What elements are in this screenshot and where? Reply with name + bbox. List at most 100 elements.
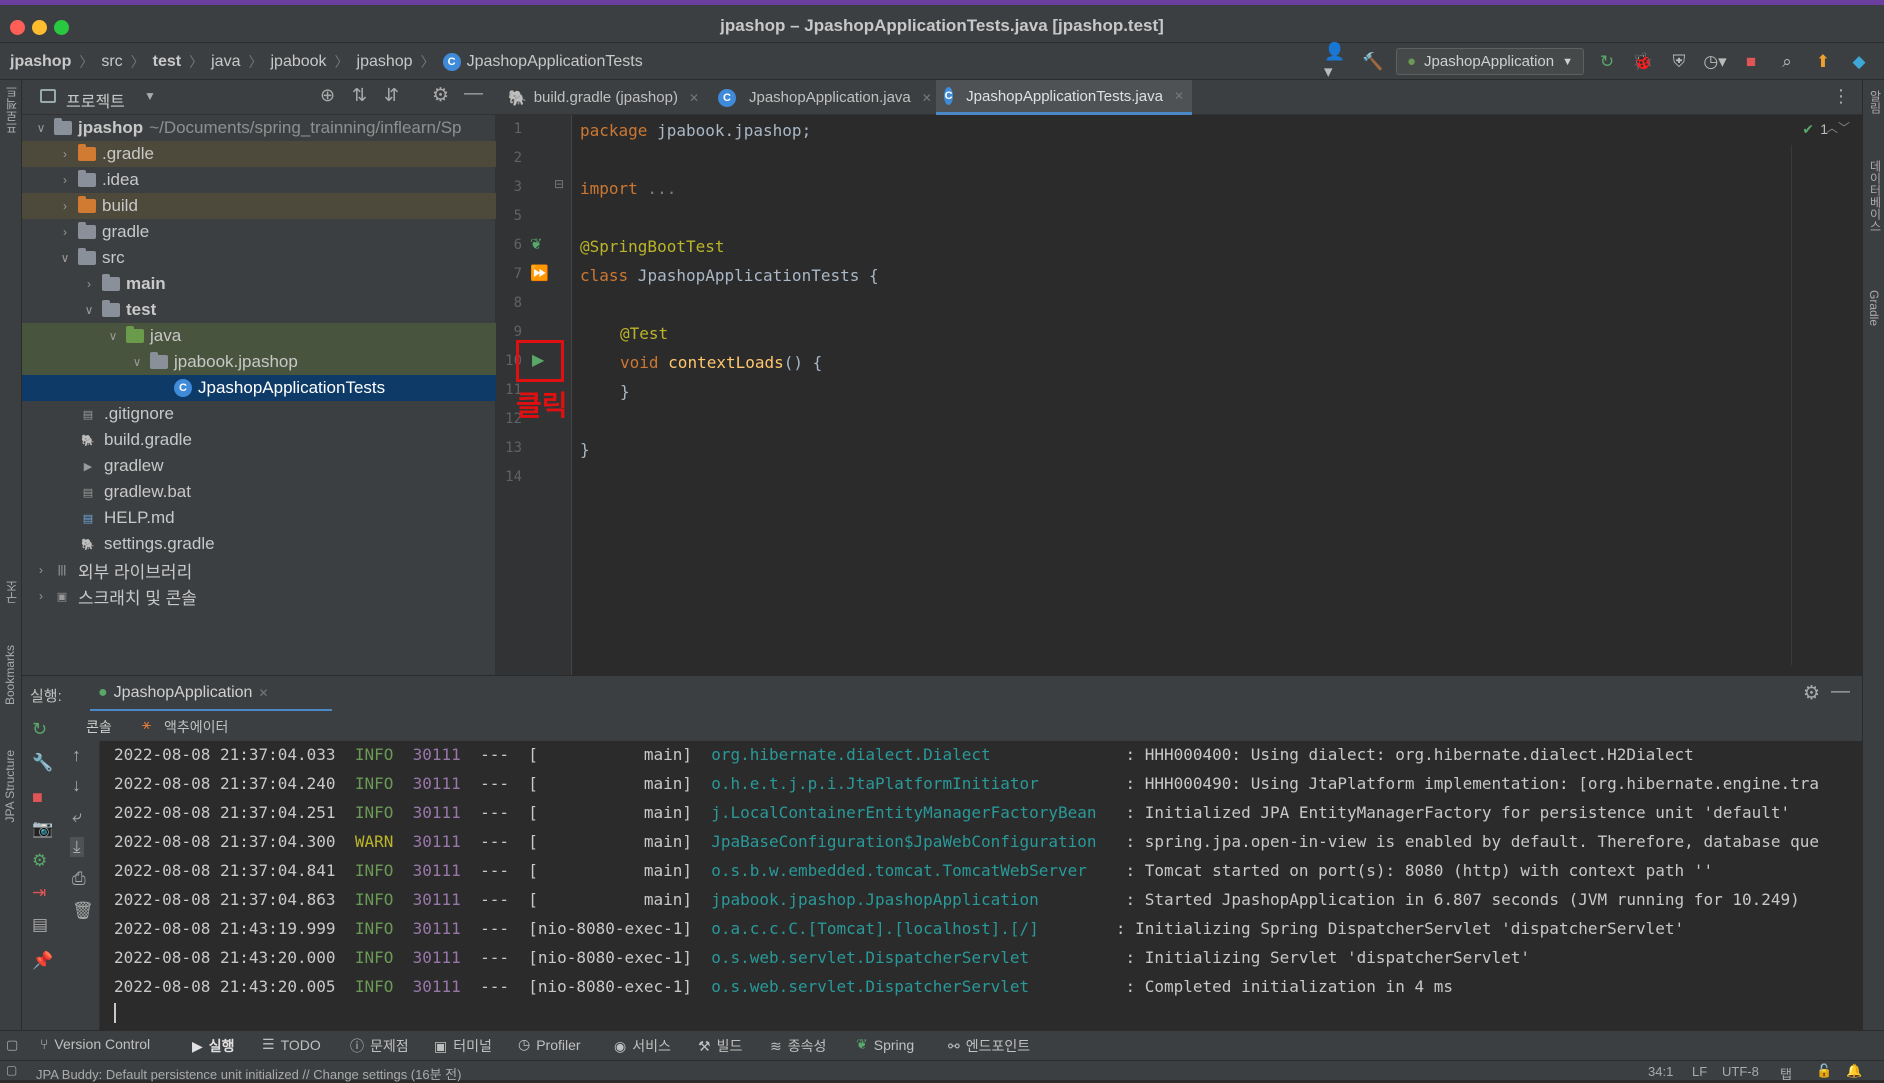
logger-name[interactable]: o.s.web.servlet.DispatcherServlet [711, 977, 1106, 996]
tree-item-gradlew[interactable]: ▶ gradlew [22, 453, 496, 479]
logger-name[interactable]: JpaBaseConfiguration$JpaWebConfiguration [711, 832, 1106, 851]
scroll-down-icon[interactable]: ↓ [72, 775, 81, 796]
chevron-down-icon[interactable]: ∨ [130, 355, 144, 369]
logger-name[interactable]: o.s.web.servlet.DispatcherServlet [711, 948, 1106, 967]
close-icon[interactable]: ✕ [258, 686, 268, 700]
line-separator[interactable]: LF [1692, 1064, 1707, 1079]
structure-tool-button[interactable]: 구조 [3, 580, 20, 604]
chevron-right-icon[interactable]: › [34, 589, 48, 603]
chevron-right-icon[interactable]: › [58, 173, 72, 187]
bookmarks-tool-button[interactable]: Bookmarks [3, 645, 17, 705]
lock-icon[interactable]: 🔓 [1816, 1063, 1832, 1079]
tree-root[interactable]: ∨ jpashop ~/Documents/spring_trainning/i… [22, 115, 496, 141]
tool-spring[interactable]: ❦ Spring [856, 1036, 914, 1053]
tool-run[interactable]: ▶ 실행 [192, 1036, 235, 1056]
expand-all-icon[interactable]: ⇅ [352, 85, 367, 106]
stop-icon[interactable]: ■ [32, 787, 43, 808]
update-icon[interactable]: ⬆ [1810, 49, 1836, 75]
wrench-icon[interactable]: 🔧 [32, 753, 53, 773]
tree-item-build-gradle[interactable]: 🐘 build.gradle [22, 427, 496, 453]
user-icon[interactable]: 👤▾ [1324, 42, 1350, 81]
tree-item-test-class[interactable]: C JpashopApplicationTests [22, 375, 496, 401]
status-toggle-icon[interactable]: ▢ [6, 1063, 17, 1077]
fold-icon[interactable]: ⊟ [554, 177, 564, 191]
tool-dependencies[interactable]: ≋ 종속성 [770, 1036, 826, 1056]
status-message[interactable]: JPA Buddy: Default persistence unit init… [36, 1064, 461, 1083]
tool-build[interactable]: ⚒ 빌드 [698, 1036, 742, 1056]
gear-icon[interactable]: ⚙ [1803, 682, 1820, 705]
scroll-up-icon[interactable]: ↑ [72, 745, 81, 766]
exit-icon[interactable]: ⇥ [32, 883, 46, 903]
tab-actuator[interactable]: 액추에이터 [164, 717, 228, 737]
notifications-tool-button[interactable]: 알림 [1867, 90, 1884, 114]
toggle-tools-icon[interactable]: ▢ [6, 1037, 18, 1053]
database-tool-button[interactable]: 데이터베이스 [1867, 160, 1884, 232]
debug-icon[interactable]: ⚙ [32, 851, 47, 871]
chevron-down-icon[interactable]: ∨ [34, 121, 48, 135]
coverage-icon[interactable]: ⛨ [1666, 49, 1692, 75]
tab-application-java[interactable]: C JpashopApplication.java ✕ [710, 80, 940, 115]
tree-item-test[interactable]: ∨ test [22, 297, 496, 323]
project-panel-title[interactable]: 프로젝트 [66, 88, 125, 112]
ide-logo-icon[interactable]: ◆ [1846, 49, 1872, 75]
camera-icon[interactable]: 📷 [32, 819, 53, 839]
locate-icon[interactable]: ⊕ [320, 85, 335, 106]
logger-name[interactable]: o.h.e.t.j.p.i.JtaPlatformInitiator [711, 774, 1106, 793]
breadcrumb-item[interactable]: test [153, 53, 181, 71]
breadcrumb-item[interactable]: jpashop [10, 53, 71, 71]
spring-bean-icon[interactable]: ❦ [530, 235, 543, 253]
tree-item-external-libraries[interactable]: › ||| 외부 라이브러리 [22, 557, 496, 583]
breadcrumb-item[interactable]: JpashopApplicationTests [467, 53, 643, 71]
file-encoding[interactable]: UTF-8 [1722, 1064, 1759, 1079]
tab-application-tests-java[interactable]: C JpashopApplicationTests.java ✕ [936, 80, 1192, 115]
logger-name[interactable]: o.s.b.w.embedded.tomcat.TomcatWebServer [711, 861, 1106, 880]
tool-terminal[interactable]: ▣ 터미널 [434, 1036, 492, 1056]
scroll-to-end-icon[interactable]: ⤓ [70, 837, 84, 857]
more-tabs-icon[interactable]: ⋮ [1832, 86, 1850, 107]
search-icon[interactable]: ⌕ [1774, 49, 1800, 75]
close-icon[interactable]: ✕ [922, 91, 932, 105]
tree-item-gradlew-bat[interactable]: ▤ gradlew.bat [22, 479, 496, 505]
cursor-position[interactable]: 34:1 [1648, 1064, 1673, 1079]
tree-item-gradle[interactable]: › gradle [22, 219, 496, 245]
tree-item-scratches[interactable]: › ▣ 스크래치 및 콘솔 [22, 583, 496, 609]
tree-item-settings-gradle[interactable]: 🐘 settings.gradle [22, 531, 496, 557]
tool-profiler[interactable]: ◷ Profiler [518, 1036, 581, 1053]
tree-item-idea[interactable]: › .idea [22, 167, 496, 193]
stop-icon[interactable]: ■ [1738, 49, 1764, 75]
rerun-icon[interactable]: ↻ [32, 719, 47, 740]
code-editor[interactable]: package jpabook.jpashop; import ... @Spr… [572, 115, 1862, 675]
gradle-tool-button[interactable]: Gradle [1867, 290, 1881, 326]
chevron-right-icon[interactable]: › [58, 225, 72, 239]
chevron-right-icon[interactable]: › [82, 277, 96, 291]
gear-icon[interactable]: ⚙ [432, 84, 449, 107]
chevron-right-icon[interactable]: › [58, 199, 72, 213]
breadcrumb-item[interactable]: src [101, 53, 122, 71]
collapse-all-icon[interactable]: ⇵ [384, 85, 399, 106]
project-tool-button[interactable]: 프로젝트 [3, 86, 20, 134]
run-class-icon[interactable]: ⏩ [530, 264, 549, 282]
breadcrumb-item[interactable]: java [211, 53, 240, 71]
close-icon[interactable]: ✕ [1174, 89, 1184, 103]
build-hammer-icon[interactable]: 🔨 [1360, 49, 1386, 75]
layout-icon[interactable]: ▤ [32, 915, 48, 935]
logger-name[interactable]: jpabook.jpashop.JpashopApplication [711, 890, 1106, 909]
trash-icon[interactable]: 🗑 [72, 901, 94, 921]
logger-name[interactable]: org.hibernate.dialect.Dialect [711, 745, 1106, 764]
breadcrumb-item[interactable]: jpashop [357, 53, 413, 71]
tree-item-gradle-dir[interactable]: › .gradle [22, 141, 496, 167]
pin-icon[interactable]: 📌 [32, 951, 53, 971]
hide-panel-icon[interactable]: — [1831, 681, 1850, 703]
tree-item-help-md[interactable]: ▤ HELP.md [22, 505, 496, 531]
profile-icon[interactable]: ◷▾ [1702, 49, 1728, 75]
tool-services[interactable]: ◉ 서비스 [614, 1036, 671, 1056]
logger-name[interactable]: o.a.c.c.C.[Tomcat].[localhost].[/] [711, 919, 1096, 938]
chevron-right-icon[interactable]: › [58, 147, 72, 161]
console-output[interactable]: 2022-08-08 21:37:04.033 INFO 30111 --- [… [100, 741, 1862, 1030]
chevron-down-icon[interactable]: ∨ [58, 251, 72, 265]
notifications-icon[interactable]: 🔔 [1846, 1063, 1862, 1079]
tool-todo[interactable]: ☰ TODO [262, 1036, 321, 1053]
tree-item-package[interactable]: ∨ jpabook.jpashop [22, 349, 496, 375]
chevron-down-icon[interactable]: ▼ [144, 89, 156, 103]
chevron-down-icon[interactable]: ∨ [106, 329, 120, 343]
